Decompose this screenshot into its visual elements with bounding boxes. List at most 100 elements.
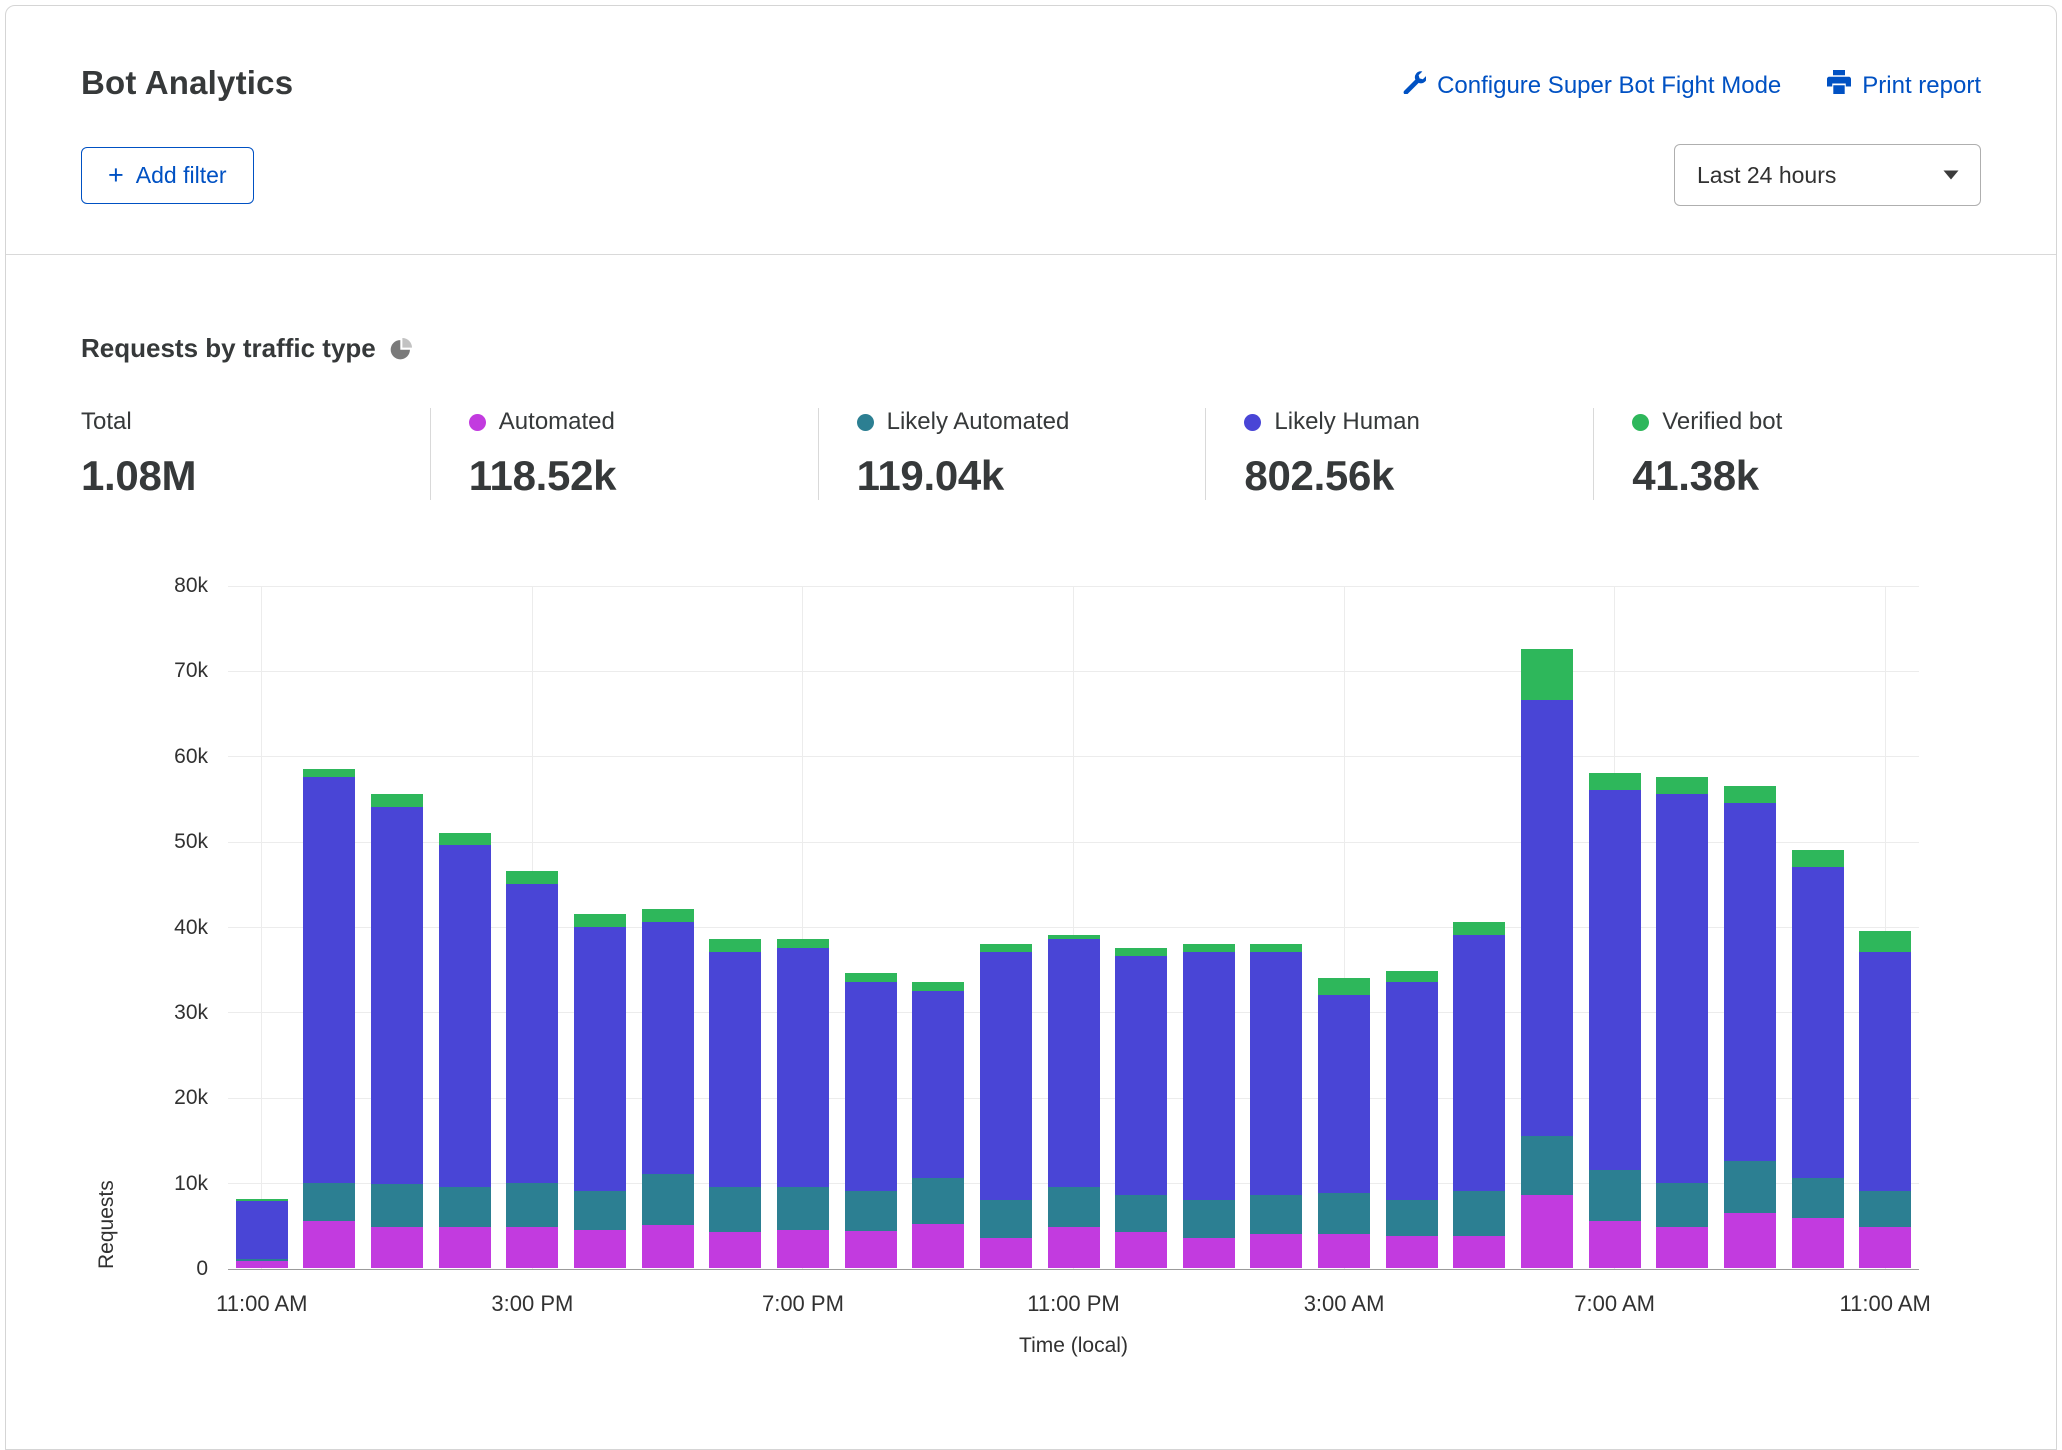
stat-likely-human-value: 802.56k [1244,452,1573,500]
y-tick-label: 60k [174,745,208,769]
stacked-bar [1589,773,1641,1268]
likely-automated-dot [857,414,874,431]
y-tick-label: 70k [174,659,208,683]
stat-automated[interactable]: Automated 118.52k [430,408,818,500]
stacked-bar [1453,922,1505,1268]
x-tick-label: 11:00 AM [1840,1291,1931,1317]
bar-segment-automated [439,1227,491,1268]
bar-segment-automated [236,1261,288,1268]
bar-segment-likely-automated [1724,1161,1776,1212]
bar-segment-automated [1115,1232,1167,1268]
bar-segment-automated [1250,1234,1302,1268]
bar-segment-verified-bot [1859,931,1911,952]
bar-segment-verified-bot [912,982,964,991]
x-tick-label: 11:00 AM [216,1291,307,1317]
bar-segment-likely-automated [1115,1195,1167,1232]
bar-segment-likely-automated [506,1183,558,1227]
stat-verified-bot[interactable]: Verified bot 41.38k [1593,408,1981,500]
stat-likely-automated[interactable]: Likely Automated 119.04k [818,408,1206,500]
bar-segment-likely-automated [1386,1200,1438,1237]
stat-likely-human[interactable]: Likely Human 802.56k [1205,408,1593,500]
bar-segment-verified-bot [709,939,761,952]
stacked-bar [1859,931,1911,1268]
bar-segment-likely-human [574,927,626,1192]
vertical-gridline [261,586,262,1269]
bar-segment-likely-automated [642,1174,694,1225]
bar-segment-likely-automated [1792,1178,1844,1218]
add-filter-button[interactable]: + Add filter [81,147,254,204]
stacked-bar [574,914,626,1268]
add-filter-label: Add filter [136,162,227,189]
stacked-bar [642,909,694,1268]
plus-icon: + [108,165,124,185]
bar-segment-verified-bot [1792,850,1844,867]
bar-segment-automated [642,1225,694,1268]
bar-segment-automated [912,1224,964,1268]
print-report-link[interactable]: Print report [1827,70,1981,101]
print-link-label: Print report [1862,72,1981,100]
bar-segment-likely-human [777,948,829,1187]
page-title: Bot Analytics [81,64,293,102]
requests-by-traffic-type-chart: Requests 010k20k30k40k50k60k70k80k11:00 … [81,586,1981,1386]
y-tick-label: 80k [174,574,208,598]
bar-segment-likely-human [506,884,558,1183]
bar-segment-verified-bot [371,794,423,807]
bar-segment-automated [371,1227,423,1268]
stat-likely-automated-label: Likely Automated [887,408,1070,436]
x-tick-label: 11:00 PM [1027,1291,1120,1317]
bar-segment-likely-automated [709,1187,761,1232]
filter-row: + Add filter Last 24 hours [6,102,2056,206]
printer-icon [1827,70,1851,101]
y-tick-label: 50k [174,830,208,854]
bar-segment-verified-bot [1183,944,1235,953]
bar-segment-automated [1048,1227,1100,1268]
x-tick-label: 7:00 AM [1574,1291,1655,1317]
bar-segment-likely-automated [439,1187,491,1227]
bar-segment-automated [1386,1236,1438,1268]
bar-segment-likely-automated [1521,1136,1573,1196]
bar-segment-verified-bot [1521,649,1573,700]
bar-segment-verified-bot [1589,773,1641,790]
time-range-select[interactable]: Last 24 hours [1674,144,1981,206]
y-tick-label: 0 [196,1257,208,1281]
bar-segment-likely-human [1859,952,1911,1191]
stacked-bar [980,944,1032,1268]
bar-segment-likely-human [1318,995,1370,1193]
bar-segment-automated [980,1238,1032,1268]
bar-segment-likely-automated [1859,1191,1911,1227]
bar-segment-likely-human [439,845,491,1187]
x-tick-label: 7:00 PM [762,1291,844,1317]
bar-segment-verified-bot [1656,777,1708,794]
bar-segment-likely-human [1589,790,1641,1170]
bar-segment-verified-bot [303,769,355,778]
bar-segment-likely-automated [1048,1187,1100,1227]
bar-segment-likely-human [912,991,964,1179]
bar-segment-likely-automated [1589,1170,1641,1221]
bar-segment-likely-human [1386,982,1438,1200]
x-tick-label: 3:00 AM [1304,1291,1385,1317]
x-axis-title: Time (local) [228,1334,1919,1358]
stacked-bar [439,833,491,1268]
stacked-bar [1792,850,1844,1268]
header: Bot Analytics Configure Super Bot Fight … [6,6,2056,102]
stat-total: Total 1.08M [81,408,430,500]
bar-segment-likely-automated [303,1183,355,1221]
stacked-bar [845,973,897,1268]
stacked-bar [506,871,558,1268]
bar-segment-likely-human [1656,794,1708,1182]
stat-likely-human-label: Likely Human [1274,408,1419,436]
bar-segment-automated [1792,1218,1844,1268]
bar-segment-likely-automated [777,1187,829,1230]
stacked-bar [1250,944,1302,1268]
bar-segment-verified-bot [574,914,626,927]
bar-segment-verified-bot [439,833,491,846]
bar-segment-likely-human [1250,952,1302,1195]
bar-segment-likely-automated [1250,1195,1302,1233]
stacked-bar [1521,649,1573,1268]
bar-segment-likely-automated [980,1200,1032,1238]
bar-segment-automated [1589,1221,1641,1268]
bar-segment-likely-automated [574,1191,626,1229]
configure-super-bot-fight-mode-link[interactable]: Configure Super Bot Fight Mode [1402,70,1781,101]
bar-segment-automated [1521,1195,1573,1268]
bar-segment-likely-human [1724,803,1776,1162]
